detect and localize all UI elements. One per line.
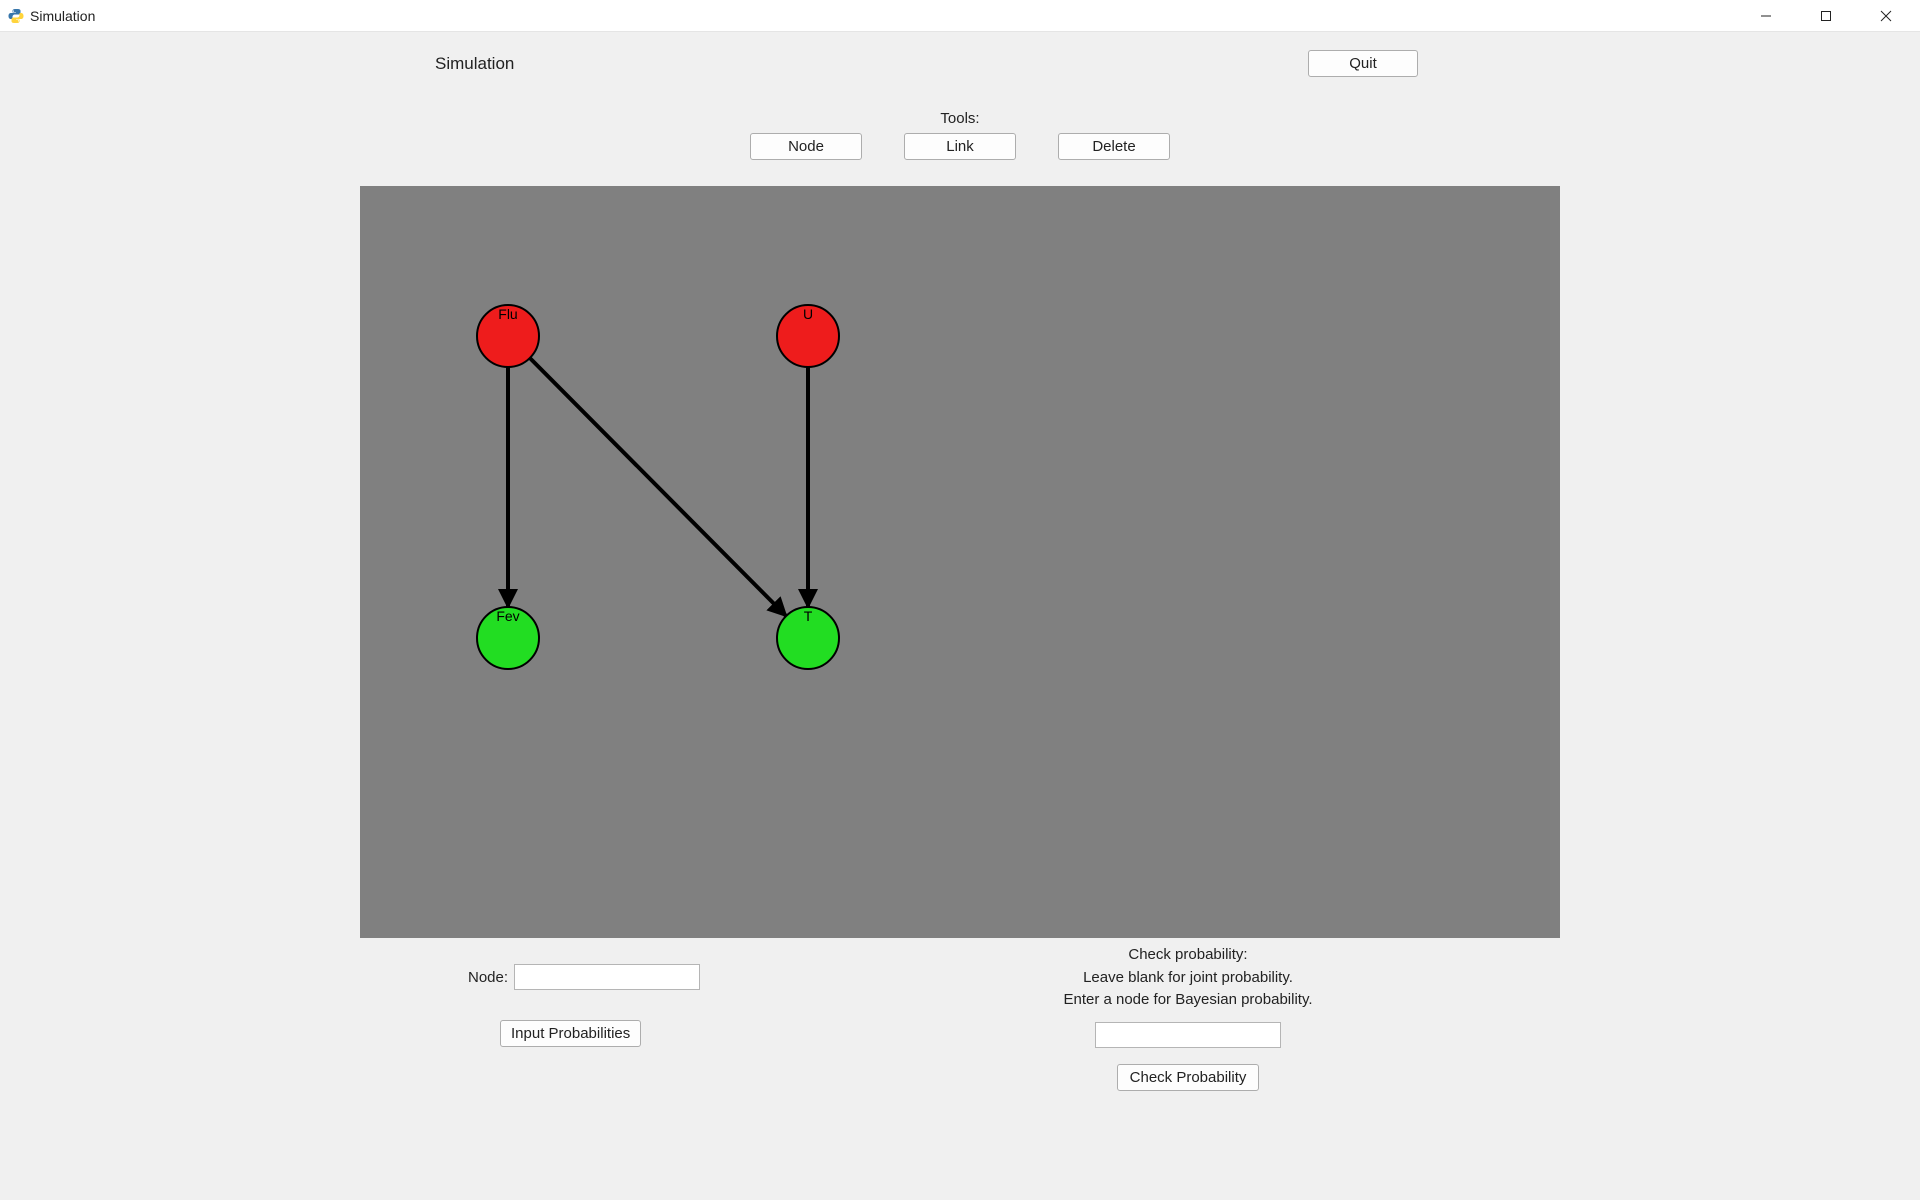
- tool-delete-button[interactable]: Delete: [1058, 133, 1170, 160]
- graph-canvas[interactable]: Flu U Fev T: [360, 186, 1560, 938]
- help-line-2: Leave blank for joint probability.: [1063, 967, 1312, 990]
- help-text: Check probability: Leave blank for joint…: [1063, 944, 1312, 1012]
- probability-query-input[interactable]: [1095, 1022, 1281, 1048]
- input-probabilities-button[interactable]: Input Probabilities: [500, 1020, 641, 1047]
- app-body: Simulation Quit Tools: Node Link Delete …: [0, 32, 1920, 1200]
- node-label-T: T: [804, 608, 813, 624]
- minimize-button[interactable]: [1736, 0, 1796, 31]
- input-panel-left: Node: Input Probabilities: [468, 964, 700, 1047]
- node-label: Node:: [468, 969, 508, 986]
- node-label-U: U: [803, 306, 813, 322]
- tool-node-button[interactable]: Node: [750, 133, 862, 160]
- close-button[interactable]: [1856, 0, 1916, 31]
- tools-label: Tools:: [0, 110, 1920, 127]
- help-line-1: Check probability:: [1063, 944, 1312, 967]
- close-icon: [1880, 10, 1892, 22]
- maximize-icon: [1820, 10, 1832, 22]
- quit-button[interactable]: Quit: [1308, 50, 1418, 77]
- node-label-Fev: Fev: [496, 608, 519, 624]
- maximize-button[interactable]: [1796, 0, 1856, 31]
- edge-Flu-T: [530, 358, 786, 616]
- check-probability-panel: Check probability: Leave blank for joint…: [1028, 944, 1348, 1091]
- page-title: Simulation: [435, 54, 514, 74]
- help-line-3: Enter a node for Bayesian probability.: [1063, 989, 1312, 1012]
- minimize-icon: [1760, 10, 1772, 22]
- tools-row: Tools: Node Link Delete: [0, 110, 1920, 160]
- window-controls: [1736, 0, 1916, 31]
- tool-link-button[interactable]: Link: [904, 133, 1016, 160]
- check-probability-button[interactable]: Check Probability: [1117, 1064, 1260, 1091]
- titlebar: Simulation: [0, 0, 1920, 32]
- node-input[interactable]: [514, 964, 700, 990]
- header-row: Simulation Quit: [0, 50, 1920, 90]
- window-title: Simulation: [30, 8, 95, 24]
- python-app-icon: [8, 8, 24, 24]
- node-label-Flu: Flu: [498, 306, 517, 322]
- graph-svg: Flu U Fev T: [360, 186, 1560, 938]
